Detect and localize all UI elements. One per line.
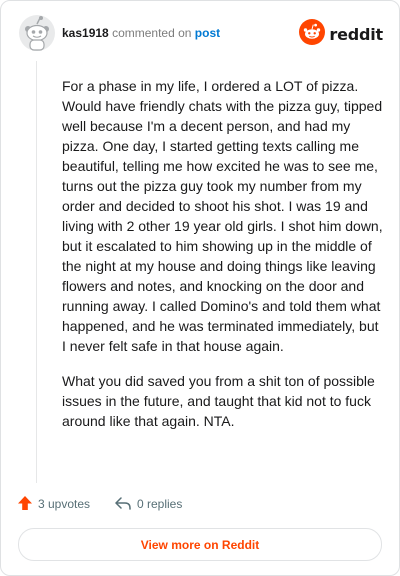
thread-line (36, 61, 37, 483)
upvote-count: 3 upvotes (38, 497, 91, 511)
reply-count: 0 replies (137, 497, 183, 511)
comment-paragraph: For a phase in my life, I ordered a LOT … (62, 78, 383, 354)
upvote-button[interactable]: 3 upvotes (17, 493, 90, 515)
reply-arrow-icon (114, 495, 132, 514)
comment-meta: kas1918 commented on post (62, 26, 220, 41)
comment-body: For a phase in my life, I ordered a LOT … (62, 76, 386, 446)
post-link[interactable]: post (195, 26, 220, 40)
comment-paragraph: What you did saved you from a shit ton o… (62, 373, 375, 429)
reddit-brand[interactable]: reddit (299, 18, 383, 50)
comment-embed-card: kas1918 commented on post reddit For a p… (0, 0, 400, 576)
username-link[interactable]: kas1918 (62, 26, 109, 40)
comment-header: kas1918 commented on post reddit (19, 15, 383, 55)
snoo-avatar-icon[interactable] (19, 15, 55, 51)
view-more-button[interactable]: View more on Reddit (18, 528, 382, 561)
reddit-wordmark: reddit (329, 24, 383, 44)
upvote-arrow-icon (17, 495, 33, 514)
view-more-label: View more on Reddit (140, 537, 260, 552)
comment-actions: 3 upvotes 0 replies (17, 493, 377, 515)
reply-button[interactable]: 0 replies (114, 493, 182, 515)
reddit-logo-icon (299, 18, 326, 50)
action-text: commented on (112, 26, 192, 40)
